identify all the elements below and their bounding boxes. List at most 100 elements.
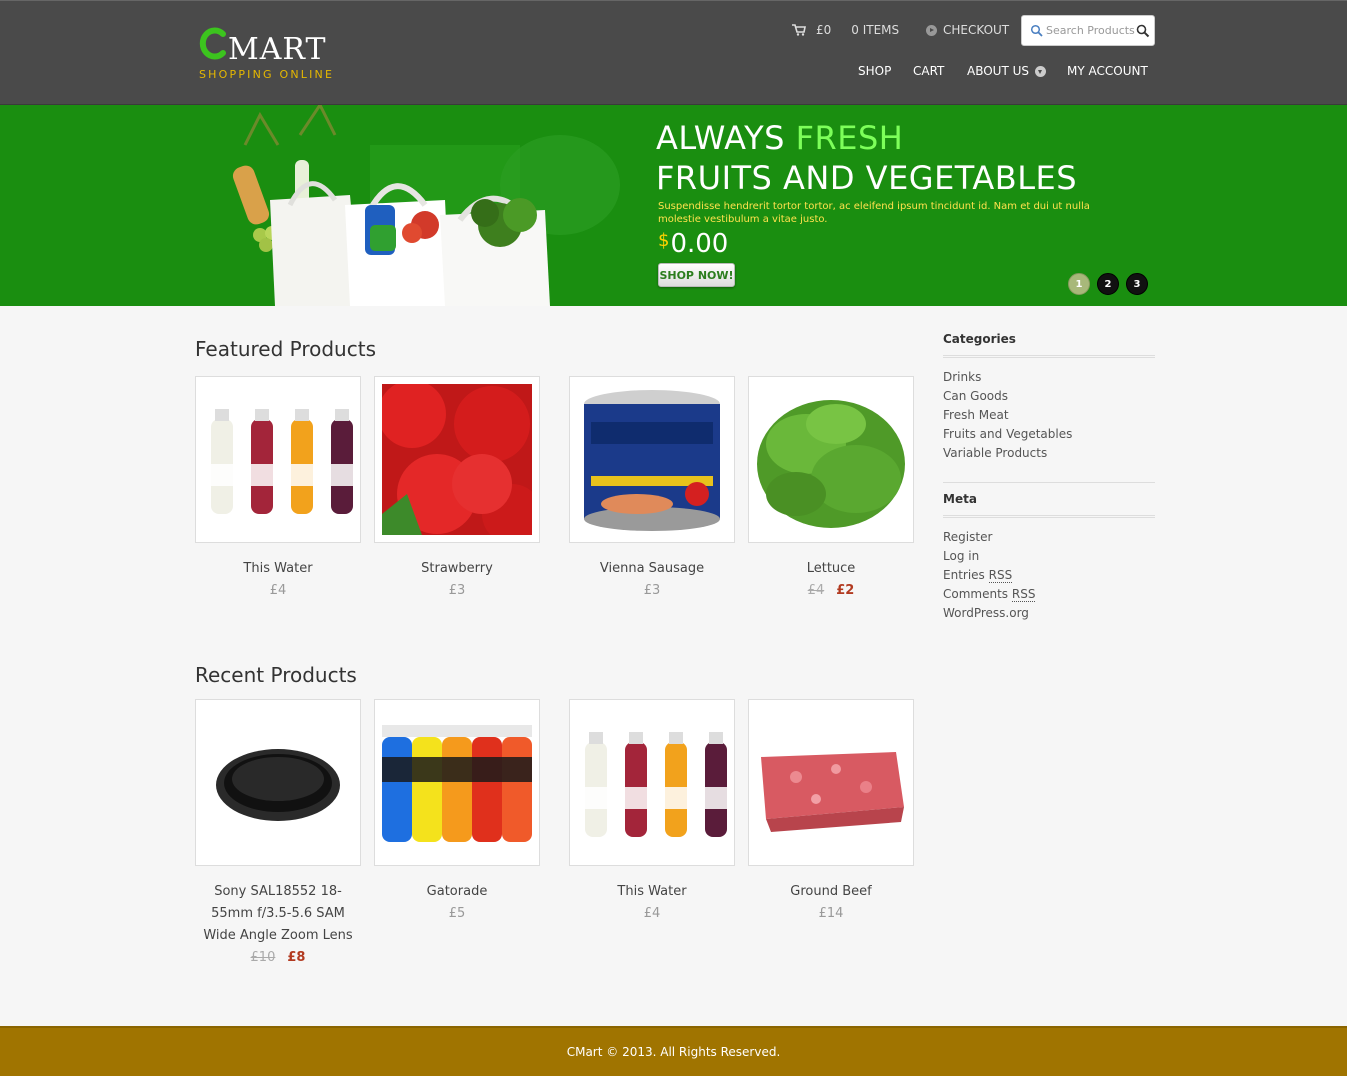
search-box bbox=[1021, 15, 1155, 46]
product-card[interactable]: Lettuce £4 £2 bbox=[748, 376, 914, 602]
strawberry-image bbox=[382, 384, 532, 535]
slider-page-1[interactable]: 1 bbox=[1068, 273, 1090, 295]
product-image[interactable] bbox=[748, 376, 914, 543]
sidebar-categories-title: Categories bbox=[943, 332, 1016, 346]
product-name[interactable]: Strawberry bbox=[374, 558, 540, 580]
price-value: £4 bbox=[269, 583, 287, 598]
entries-label: Entries bbox=[943, 568, 989, 582]
search-submit-icon[interactable] bbox=[1136, 24, 1150, 38]
rss-abbr: RSS bbox=[1011, 587, 1036, 602]
product-card[interactable]: This Water £4 bbox=[195, 376, 361, 602]
arrow-circle-icon bbox=[926, 24, 937, 36]
product-card[interactable]: Ground Beef £14 bbox=[748, 699, 914, 925]
price-value: £14 bbox=[818, 906, 844, 921]
product-price: £10 £8 bbox=[195, 947, 361, 969]
category-link-fresh-meat[interactable]: Fresh Meat bbox=[943, 406, 1072, 425]
water-bottles-image bbox=[585, 732, 727, 837]
price-value: £3 bbox=[643, 583, 661, 598]
category-link-variable-products[interactable]: Variable Products bbox=[943, 444, 1072, 463]
product-image[interactable] bbox=[374, 699, 540, 866]
comments-label: Comments bbox=[943, 587, 1012, 601]
checkout-link[interactable]: CHECKOUT bbox=[926, 20, 1009, 40]
price-value: £4 bbox=[643, 906, 661, 921]
product-name[interactable]: This Water bbox=[569, 881, 735, 903]
product-card[interactable]: This Water £4 bbox=[569, 699, 735, 925]
product-name[interactable]: Sony SAL18552 18-55mm f/3.5-5.6 SAM Wide… bbox=[195, 881, 361, 947]
mini-cart[interactable]: £0 0 ITEMS bbox=[792, 20, 899, 40]
meta-link-wordpress[interactable]: WordPress.org bbox=[943, 604, 1035, 623]
vienna-sausage-can-image bbox=[584, 390, 720, 531]
rss-abbr: RSS bbox=[988, 568, 1013, 583]
product-name[interactable]: Lettuce bbox=[748, 558, 914, 580]
hero-description: Suspendisse hendrerit tortor tortor, ac … bbox=[658, 201, 1090, 225]
checkout-label: CHECKOUT bbox=[943, 23, 1010, 37]
nav-cart[interactable]: CART bbox=[913, 64, 944, 78]
meta-list: Register Log in Entries RSS Comments RSS… bbox=[943, 528, 1036, 623]
old-price: £10 bbox=[250, 950, 276, 965]
grocery-bags-image bbox=[232, 105, 620, 306]
logo-word: MART bbox=[228, 32, 327, 67]
featured-products-title: Featured Products bbox=[195, 337, 376, 361]
product-name[interactable]: Vienna Sausage bbox=[569, 558, 735, 580]
hero-title-word: ALWAYS bbox=[656, 119, 796, 157]
product-image[interactable] bbox=[195, 376, 361, 543]
cart-items-count: 0 ITEMS bbox=[851, 23, 900, 37]
product-card[interactable]: Vienna Sausage £3 bbox=[569, 376, 735, 602]
water-bottles-image bbox=[211, 409, 353, 514]
product-image[interactable] bbox=[569, 699, 735, 866]
nav-about-label: ABOUT US bbox=[967, 64, 1030, 78]
meta-link-login[interactable]: Log in bbox=[943, 547, 1035, 566]
camera-lens-filter-image bbox=[216, 749, 340, 821]
ground-beef-image bbox=[761, 752, 904, 832]
chevron-down-icon bbox=[1035, 65, 1047, 77]
product-card[interactable]: Gatorade £5 bbox=[374, 699, 540, 925]
product-card[interactable]: Sony SAL18552 18-55mm f/3.5-5.6 SAM Wide… bbox=[195, 699, 361, 969]
product-image[interactable] bbox=[569, 376, 735, 543]
product-name[interactable]: This Water bbox=[195, 558, 361, 580]
product-price: £4 £2 bbox=[748, 580, 914, 602]
search-input[interactable] bbox=[1046, 24, 1136, 37]
cart-icon bbox=[792, 24, 806, 36]
nav-about-us[interactable]: ABOUT US bbox=[967, 64, 1047, 78]
cart-amount: £0 bbox=[816, 23, 832, 37]
sidebar-meta-title: Meta bbox=[943, 492, 977, 506]
product-card[interactable]: Strawberry £3 bbox=[374, 376, 540, 602]
recent-products-title: Recent Products bbox=[195, 663, 357, 687]
sidebar-divider bbox=[943, 482, 1155, 483]
search-icon bbox=[1030, 24, 1043, 37]
categories-list: Drinks Can Goods Fresh Meat Fruits and V… bbox=[943, 368, 1072, 463]
price-value: £3 bbox=[448, 583, 466, 598]
product-name[interactable]: Ground Beef bbox=[748, 881, 914, 903]
meta-link-register[interactable]: Register bbox=[943, 528, 1035, 547]
category-link-can-goods[interactable]: Can Goods bbox=[943, 387, 1072, 406]
slider-page-3[interactable]: 3 bbox=[1126, 273, 1148, 295]
logo-tagline: SHOPPING ONLINE bbox=[199, 68, 335, 81]
nav-shop[interactable]: SHOP bbox=[858, 64, 891, 78]
product-image[interactable] bbox=[748, 699, 914, 866]
meta-link-comments-rss[interactable]: Comments RSS bbox=[943, 585, 1036, 604]
hero-title-line1: ALWAYS FRESH bbox=[656, 119, 903, 157]
nav-my-account[interactable]: MY ACCOUNT bbox=[1067, 64, 1148, 78]
slider-page-2[interactable]: 2 bbox=[1097, 273, 1119, 295]
hero-price: $0.00 bbox=[658, 229, 728, 259]
product-price: £5 bbox=[374, 903, 540, 925]
meta-link-entries-rss[interactable]: Entries RSS bbox=[943, 566, 1035, 585]
product-name[interactable]: Gatorade bbox=[374, 881, 540, 903]
product-price: £4 bbox=[569, 903, 735, 925]
hero-title-line2: FRUITS AND VEGETABLES bbox=[656, 159, 1078, 197]
gatorade-bottles-image bbox=[382, 725, 532, 842]
hero-price-currency: $ bbox=[658, 230, 670, 251]
category-link-drinks[interactable]: Drinks bbox=[943, 368, 1072, 387]
site-logo[interactable]: MART SHOPPING ONLINE bbox=[197, 23, 357, 85]
logo-c-mark bbox=[199, 27, 226, 60]
product-image[interactable] bbox=[195, 699, 361, 866]
sale-price: £8 bbox=[287, 950, 306, 965]
sidebar-divider bbox=[943, 355, 1155, 358]
category-link-fruits-vegetables[interactable]: Fruits and Vegetables bbox=[943, 425, 1072, 444]
lettuce-image bbox=[757, 400, 905, 528]
footer-copyright: CMart © 2013. All Rights Reserved. bbox=[566, 1045, 781, 1059]
product-image[interactable] bbox=[374, 376, 540, 543]
hero-banner: ALWAYS FRESH FRUITS AND VEGETABLES Suspe… bbox=[0, 105, 1347, 306]
old-price: £4 bbox=[807, 583, 825, 598]
shop-now-button[interactable]: SHOP NOW! bbox=[658, 263, 735, 287]
